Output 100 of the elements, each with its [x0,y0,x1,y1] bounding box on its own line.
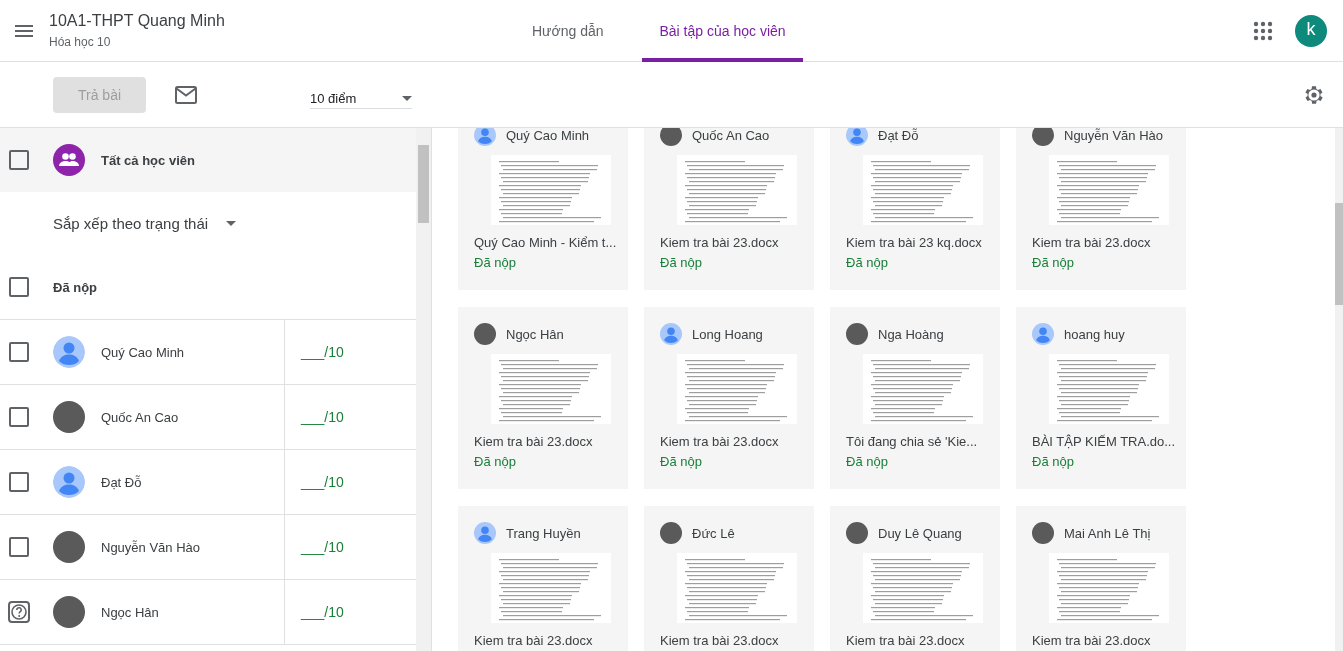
avatar-photo-placeholder [660,128,682,146]
checkbox[interactable] [9,537,29,557]
tab[interactable]: Bài tập của học viên [642,0,803,62]
help-icon[interactable] [8,601,30,623]
student-name: Mai Anh Lê Thị [1064,525,1151,541]
submission-card[interactable]: Nguyễn Văn Hào Kiem tra bài 23.docx Đã nộp [1016,128,1186,290]
class-subject: Hóa học 10 [49,35,112,49]
all-students-row[interactable]: Tất cả học viên [0,128,416,192]
document-thumbnail[interactable] [491,354,611,424]
points-dropdown[interactable]: 10 điểm [310,80,412,109]
submission-card[interactable]: Nga Hoàng Tôi đang chia sẻ 'Kie... Đã nộp [830,307,1000,489]
student-name[interactable]: Quý Cao Minh [101,344,284,360]
submission-status: Đã nộp [660,255,703,270]
document-thumbnail[interactable] [863,354,983,424]
tab[interactable]: Hướng dẫn [515,0,621,62]
document-thumbnail[interactable] [491,553,611,623]
person-avatar-icon [846,128,868,146]
file-name: BÀI TẬP KIẾM TRA.do... [1032,434,1177,449]
caret-icon [402,95,412,101]
sort-dropdown[interactable]: Sắp xếp theo trạng thái [53,215,237,232]
checkbox[interactable] [9,407,29,427]
file-name: Kiem tra bài 23.docx [660,633,780,648]
submission-status: Đã nộp [846,454,889,469]
person-avatar-icon [474,522,496,544]
person-avatar-icon [474,128,496,146]
grade-field[interactable]: ___/10 [301,344,344,360]
document-thumbnail[interactable] [677,354,797,424]
mail-icon[interactable] [175,85,197,104]
avatar-photo-placeholder [660,522,682,544]
student-name: Quý Cao Minh [506,128,590,143]
submission-card[interactable]: Duy Lê Quang Kiem tra bài 23.docx [830,506,1000,651]
student-name: Ngọc Hân [506,326,564,342]
file-name: Kiem tra bài 23.docx [660,434,780,449]
submission-card[interactable]: Đức Lê Kiem tra bài 23.docx [644,506,814,651]
scrollbar[interactable] [416,128,432,651]
submission-card[interactable]: Long Hoang Kiem tra bài 23.docx Đã nộp [644,307,814,489]
document-thumbnail[interactable] [677,553,797,623]
person-avatar-icon [660,323,682,345]
student-name: Duy Lê Quang [878,525,962,541]
student-name: Trang Huyền [506,525,581,541]
submission-status: Đã nộp [474,255,517,270]
document-thumbnail[interactable] [863,155,983,225]
scrollbar[interactable] [1335,128,1343,651]
submission-status: Đã nộp [474,454,517,469]
submission-card[interactable]: Trang Huyền Kiem tra bài 23.docx [458,506,628,651]
submission-card[interactable]: hoang huy BÀI TẬP KIẾM TRA.do... Đã nộp [1016,307,1186,489]
avatar-photo-placeholder [846,323,868,345]
file-name: Kiem tra bài 23.docx [474,434,594,449]
apps-grid-icon[interactable] [1253,20,1273,41]
avatar-photo-placeholder [474,323,496,345]
student-name[interactable]: Quốc An Cao [101,409,284,425]
grade-field[interactable]: ___/10 [301,604,344,620]
person-avatar-icon [1032,323,1054,345]
student-name: Nga Hoàng [878,326,944,342]
file-name: Tôi đang chia sẻ 'Kie... [846,434,979,449]
student-name: Quốc An Cao [692,128,770,143]
file-name: Kiem tra bài 23.docx [846,633,966,648]
submission-card[interactable]: Đạt Đỗ Kiem tra bài 23 kq.docx Đã nộp [830,128,1000,290]
submission-card[interactable]: Quốc An Cao Kiem tra bài 23.docx Đã nộp [644,128,814,290]
student-name[interactable]: Đạt Đỗ [101,474,284,490]
document-thumbnail[interactable] [1049,354,1169,424]
submission-card[interactable]: Ngọc Hân Kiem tra bài 23.docx Đã nộp [458,307,628,489]
avatar-photo-placeholder [1032,128,1054,146]
file-name: Kiem tra bài 23 kq.docx [846,235,983,250]
file-name: Quý Cao Minh - Kiểm t... [474,235,618,250]
checkbox[interactable] [9,150,29,170]
account-avatar[interactable]: k [1295,14,1327,47]
submission-status: Đã nộp [846,255,889,270]
file-name: Kiem tra bài 23.docx [1032,235,1152,250]
document-thumbnail[interactable] [1049,155,1169,225]
person-avatar-icon [53,466,85,498]
menu-icon[interactable] [15,24,33,37]
document-thumbnail[interactable] [491,155,611,225]
checkbox[interactable] [9,472,29,492]
submission-card[interactable]: Quý Cao Minh Quý Cao Minh - Kiểm t... Đã nộp [458,128,628,290]
sort-label: Sắp xếp theo trạng thái [53,215,209,232]
student-name: Đức Lê [692,525,735,541]
document-thumbnail[interactable] [863,553,983,623]
grade-field[interactable]: ___/10 [301,539,344,555]
checkbox[interactable] [9,342,29,362]
avatar-photo-placeholder [53,596,85,628]
submission-status: Đã nộp [660,454,703,469]
avatar-photo-placeholder [1032,522,1054,544]
grade-field[interactable]: ___/10 [301,409,344,425]
document-thumbnail[interactable] [677,155,797,225]
file-name: Kiem tra bài 23.docx [660,235,780,250]
caret-icon [226,221,237,226]
document-thumbnail[interactable] [1049,553,1169,623]
checkbox[interactable] [9,277,29,297]
submission-card[interactable]: Mai Anh Lê Thị Kiem tra bài 23.docx [1016,506,1186,651]
file-name: Kiem tra bài 23.docx [1032,633,1152,648]
student-name[interactable]: Ngọc Hân [101,604,284,620]
submission-status: Đã nộp [1032,255,1075,270]
file-name: Kiem tra bài 23.docx [474,633,594,648]
group-icon [53,144,85,176]
student-name: Đạt Đỗ [878,128,919,143]
points-value: 10 điểm [310,90,357,106]
grade-field[interactable]: ___/10 [301,474,344,490]
student-name[interactable]: Nguyễn Văn Hào [101,539,284,555]
class-title: 10A1-THPT Quang Minh [49,12,226,30]
